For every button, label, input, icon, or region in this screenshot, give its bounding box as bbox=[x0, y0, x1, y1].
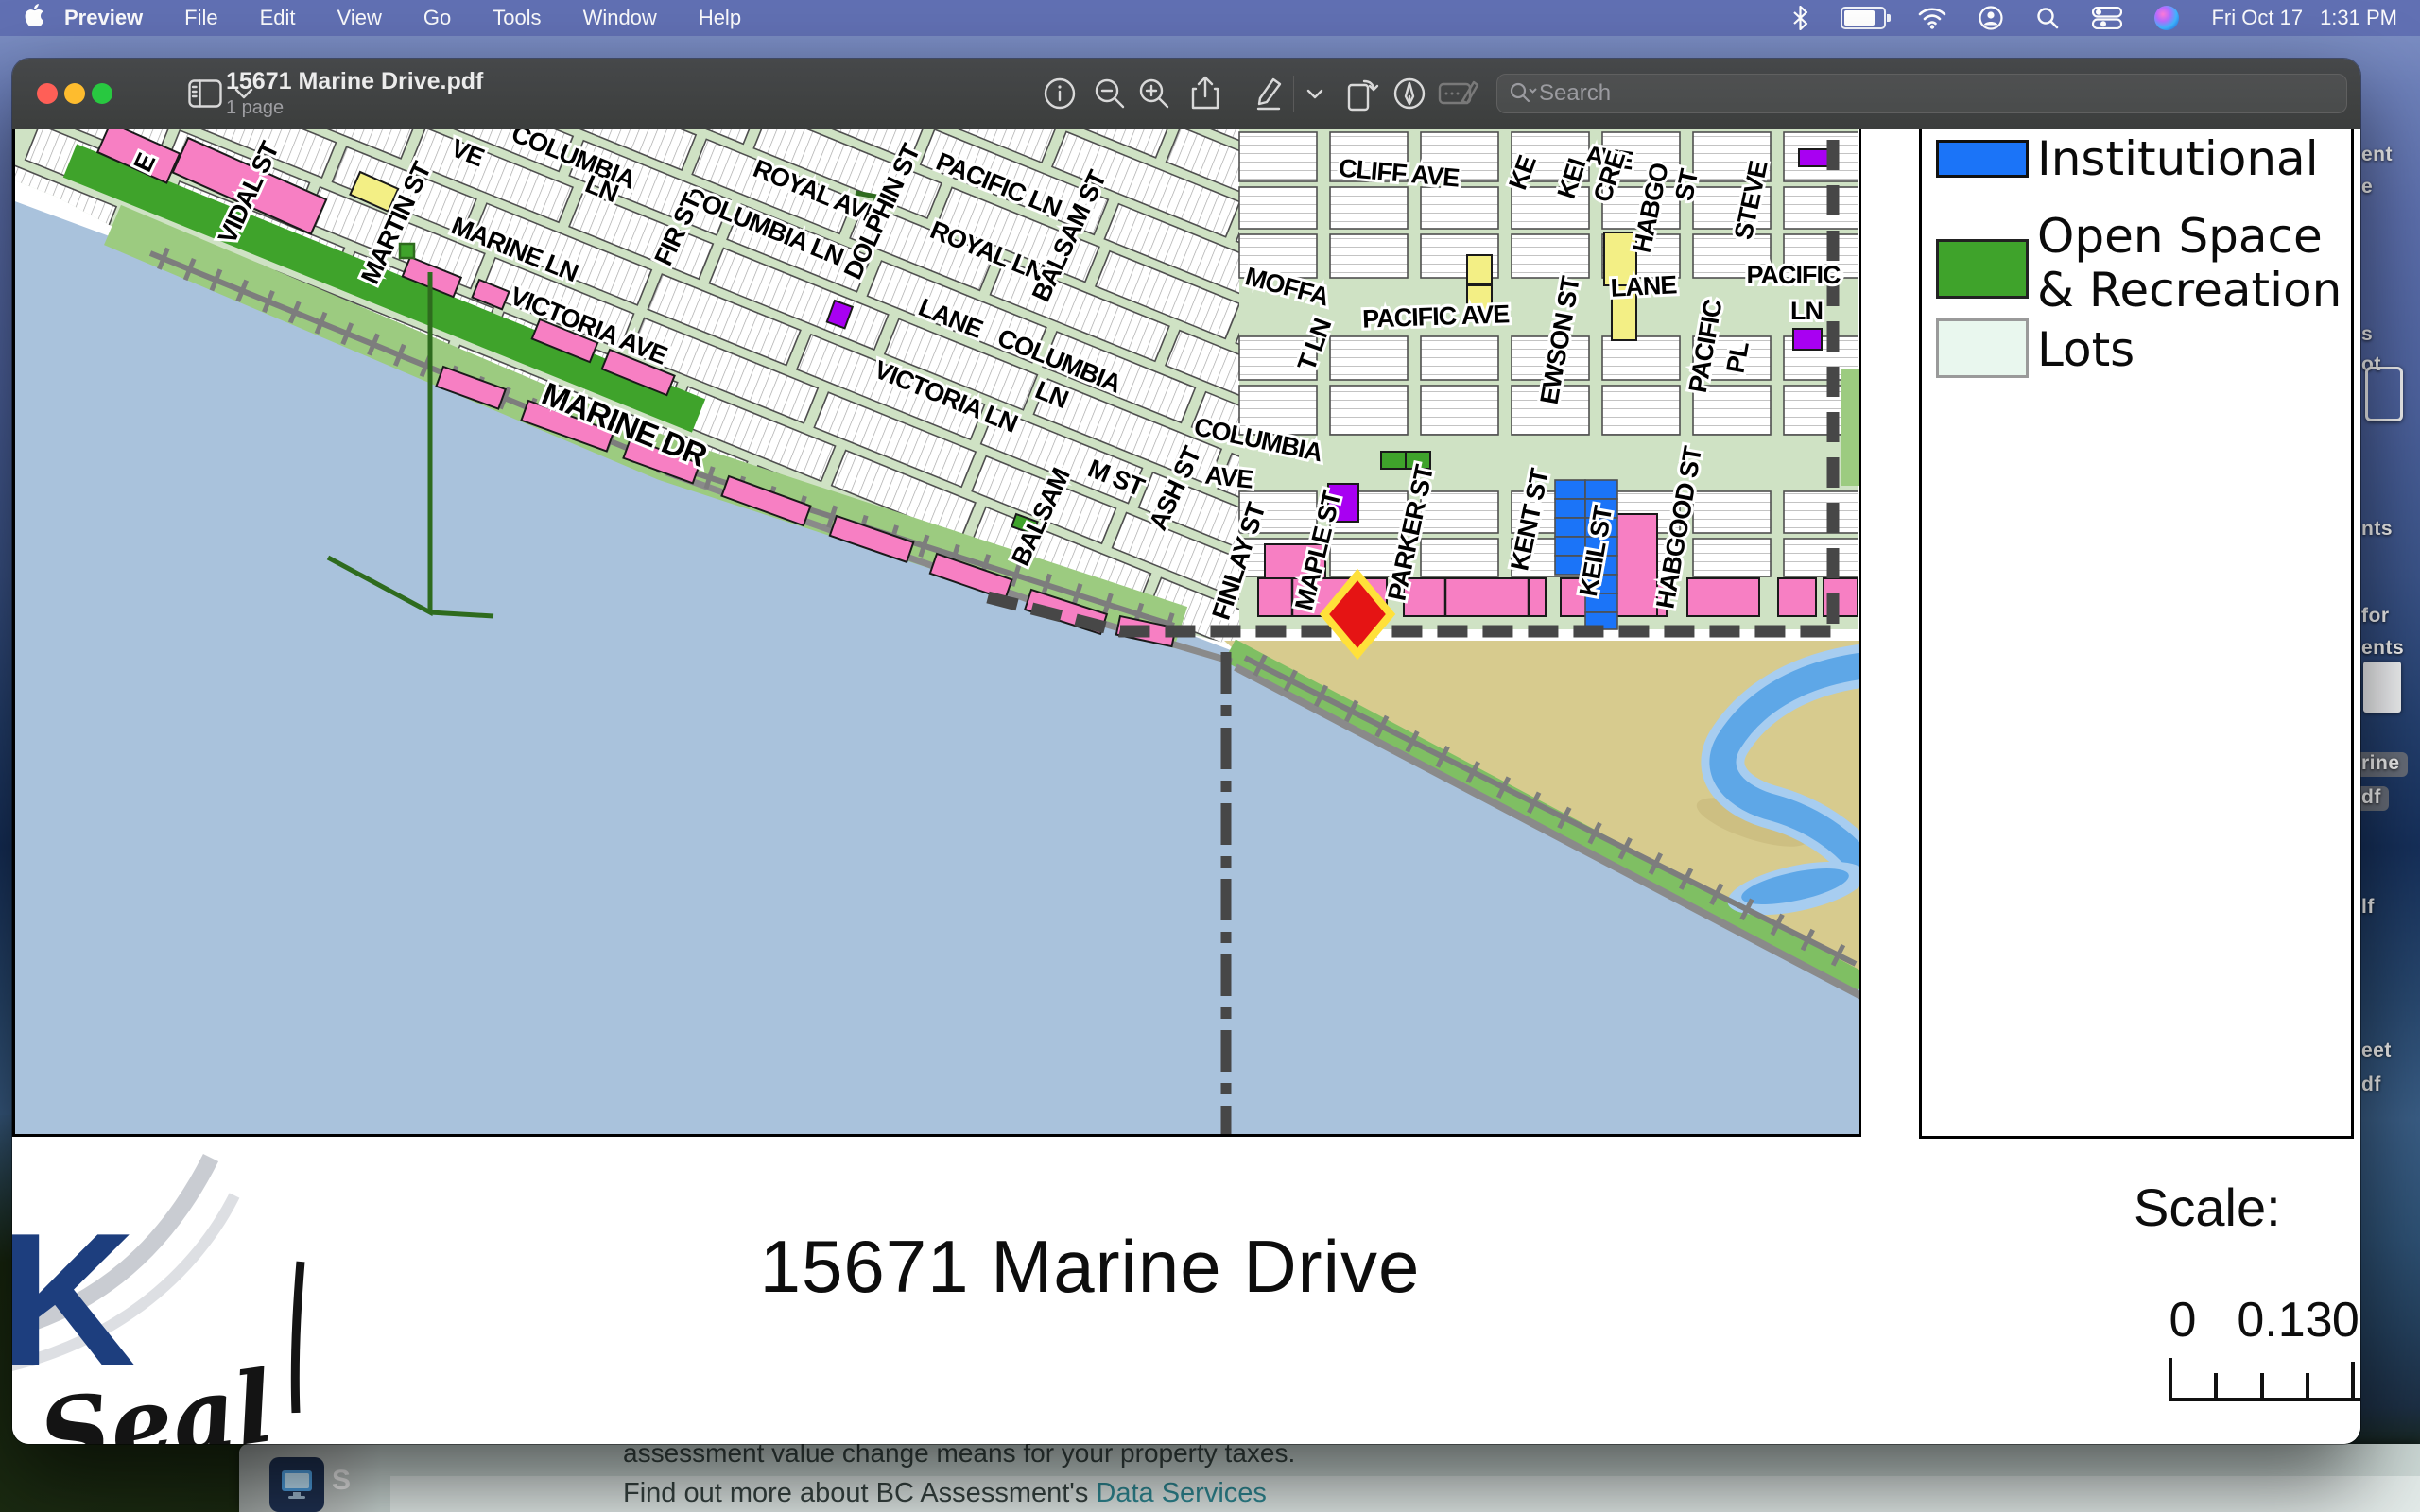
desktop-document-icon[interactable] bbox=[2363, 662, 2401, 713]
window-title-bar[interactable]: 15671 Marine Drive.pdf 1 page bbox=[12, 59, 2360, 129]
desktop-label-fragment: ents bbox=[2361, 637, 2404, 660]
siri-icon[interactable] bbox=[2154, 6, 2179, 30]
legend-label: Lots bbox=[2037, 323, 2135, 377]
menu-item-view[interactable]: View bbox=[317, 6, 403, 30]
wifi-icon[interactable] bbox=[1918, 7, 1946, 29]
street-label: PACIFIC AVE bbox=[1362, 300, 1510, 333]
street-label: LN bbox=[1790, 297, 1823, 325]
toolbar-divider bbox=[1293, 76, 1294, 112]
street-label: PACIFIC bbox=[1747, 261, 1841, 289]
document-title-text: 15671 Marine Drive.pdf bbox=[226, 68, 483, 95]
menu-item-go[interactable]: Go bbox=[403, 6, 472, 30]
menu-item-help[interactable]: Help bbox=[678, 6, 762, 30]
desktop-label-fragment: e bbox=[2361, 176, 2373, 198]
browser-text-line: assessment value change means for your p… bbox=[623, 1444, 1295, 1469]
desktop-label-fragment: nts bbox=[2361, 518, 2393, 541]
user-icon[interactable] bbox=[1979, 6, 2003, 30]
desktop-label-fragment: s bbox=[2361, 323, 2373, 346]
info-button[interactable] bbox=[1039, 73, 1080, 114]
scale-tick-label: 0.13 bbox=[2237, 1292, 2332, 1349]
menu-item-window[interactable]: Window bbox=[562, 6, 678, 30]
search-icon[interactable] bbox=[2035, 6, 2060, 30]
background-browser-window[interactable]: S assessment value change means for your… bbox=[239, 1444, 2420, 1512]
minimize-button[interactable] bbox=[64, 83, 85, 104]
street-label: PL bbox=[1721, 339, 1754, 375]
street-label: LANE bbox=[1610, 270, 1677, 302]
scale-bar bbox=[2158, 1356, 2360, 1403]
search-input[interactable] bbox=[1537, 79, 2297, 108]
map-title: 15671 Marine Drive bbox=[447, 1224, 1733, 1310]
menu-bar: PreviewFileEditViewGoToolsWindowHelp Fri… bbox=[0, 0, 2420, 36]
menu-item-preview[interactable]: Preview bbox=[43, 6, 164, 30]
zoom-window-button[interactable] bbox=[92, 83, 112, 104]
desktop-label-fragment: for bbox=[2361, 605, 2390, 627]
map-legend: Institutional Open Space& RecreationLots bbox=[1919, 129, 2354, 1139]
close-button[interactable] bbox=[37, 83, 58, 104]
zoom-out-button[interactable] bbox=[1089, 73, 1131, 114]
apple-menu-icon[interactable] bbox=[25, 4, 43, 32]
desktop-label-fragment: ent bbox=[2361, 144, 2393, 166]
street-label: AVE bbox=[1203, 460, 1253, 493]
pdf-page[interactable]: VECOLUMBIALNROYAL AVECOLUMBIA LNPACIFIC … bbox=[12, 129, 2360, 1444]
desktop-label-fragment: df bbox=[2356, 786, 2389, 811]
browser-text-area: Find out more about BC Assessment's Data… bbox=[390, 1476, 2420, 1512]
menu-bar-clock[interactable]: Fri Oct 171:31 PM bbox=[2211, 6, 2397, 30]
legend-swatch bbox=[1936, 140, 2029, 178]
scale-tick-label: 0.2 bbox=[2332, 1292, 2360, 1349]
highlight-chevron-down-icon[interactable] bbox=[1302, 73, 1328, 114]
desktop-label-fragment: lf bbox=[2361, 896, 2375, 919]
legend-label: Institutional bbox=[2037, 132, 2319, 186]
document-page-count: 1 page bbox=[226, 97, 483, 119]
sidebar-button[interactable] bbox=[184, 73, 226, 114]
bluetooth-icon[interactable] bbox=[1792, 6, 1808, 30]
battery-icon[interactable] bbox=[1841, 7, 1886, 29]
search-field-icon bbox=[1509, 81, 1537, 106]
menu-item-edit[interactable]: Edit bbox=[239, 6, 317, 30]
preview-window: 15671 Marine Drive.pdf 1 page bbox=[12, 59, 2360, 1444]
legend-label: Open Space& Recreation bbox=[2037, 210, 2342, 318]
browser-title-fragment: S bbox=[332, 1465, 351, 1497]
share-button[interactable] bbox=[1184, 73, 1226, 114]
menu-item-tools[interactable]: Tools bbox=[472, 6, 562, 30]
zoning-map[interactable]: VECOLUMBIALNROYAL AVECOLUMBIA LNPACIFIC … bbox=[12, 129, 1863, 1139]
rotate-button[interactable] bbox=[1340, 73, 1382, 114]
desktop-label-fragment: eet bbox=[2361, 1040, 2392, 1062]
logo: K Seal bbox=[12, 1139, 334, 1444]
document-title: 15671 Marine Drive.pdf 1 page bbox=[226, 68, 483, 119]
highlight-button[interactable] bbox=[1248, 73, 1289, 114]
markup-button[interactable] bbox=[1389, 73, 1430, 114]
legend-swatch bbox=[1936, 239, 2029, 299]
scale-label: Scale: bbox=[2134, 1177, 2281, 1238]
desktop-file-icon[interactable] bbox=[2365, 367, 2403, 421]
pdf-footer: K Seal 15671 Marine Drive Scale: 0 0.130.… bbox=[12, 1139, 2360, 1444]
control-center-icon[interactable] bbox=[2092, 7, 2122, 29]
app-monitor-icon[interactable] bbox=[269, 1457, 324, 1512]
zoom-in-button[interactable] bbox=[1133, 73, 1175, 114]
menu-item-file[interactable]: File bbox=[164, 6, 238, 30]
search-field[interactable] bbox=[1496, 74, 2347, 113]
legend-swatch bbox=[1936, 318, 2029, 378]
form-fill-button[interactable] bbox=[1438, 73, 1479, 114]
scale-tick-label: 0 bbox=[2169, 1292, 2197, 1349]
data-services-link[interactable]: Data Services bbox=[1096, 1478, 1267, 1508]
desktop-label-fragment: df bbox=[2361, 1074, 2381, 1096]
desktop-label-fragment: rine bbox=[2356, 752, 2408, 777]
browser-find-out-text: Find out more about BC Assessment's bbox=[623, 1478, 1096, 1508]
